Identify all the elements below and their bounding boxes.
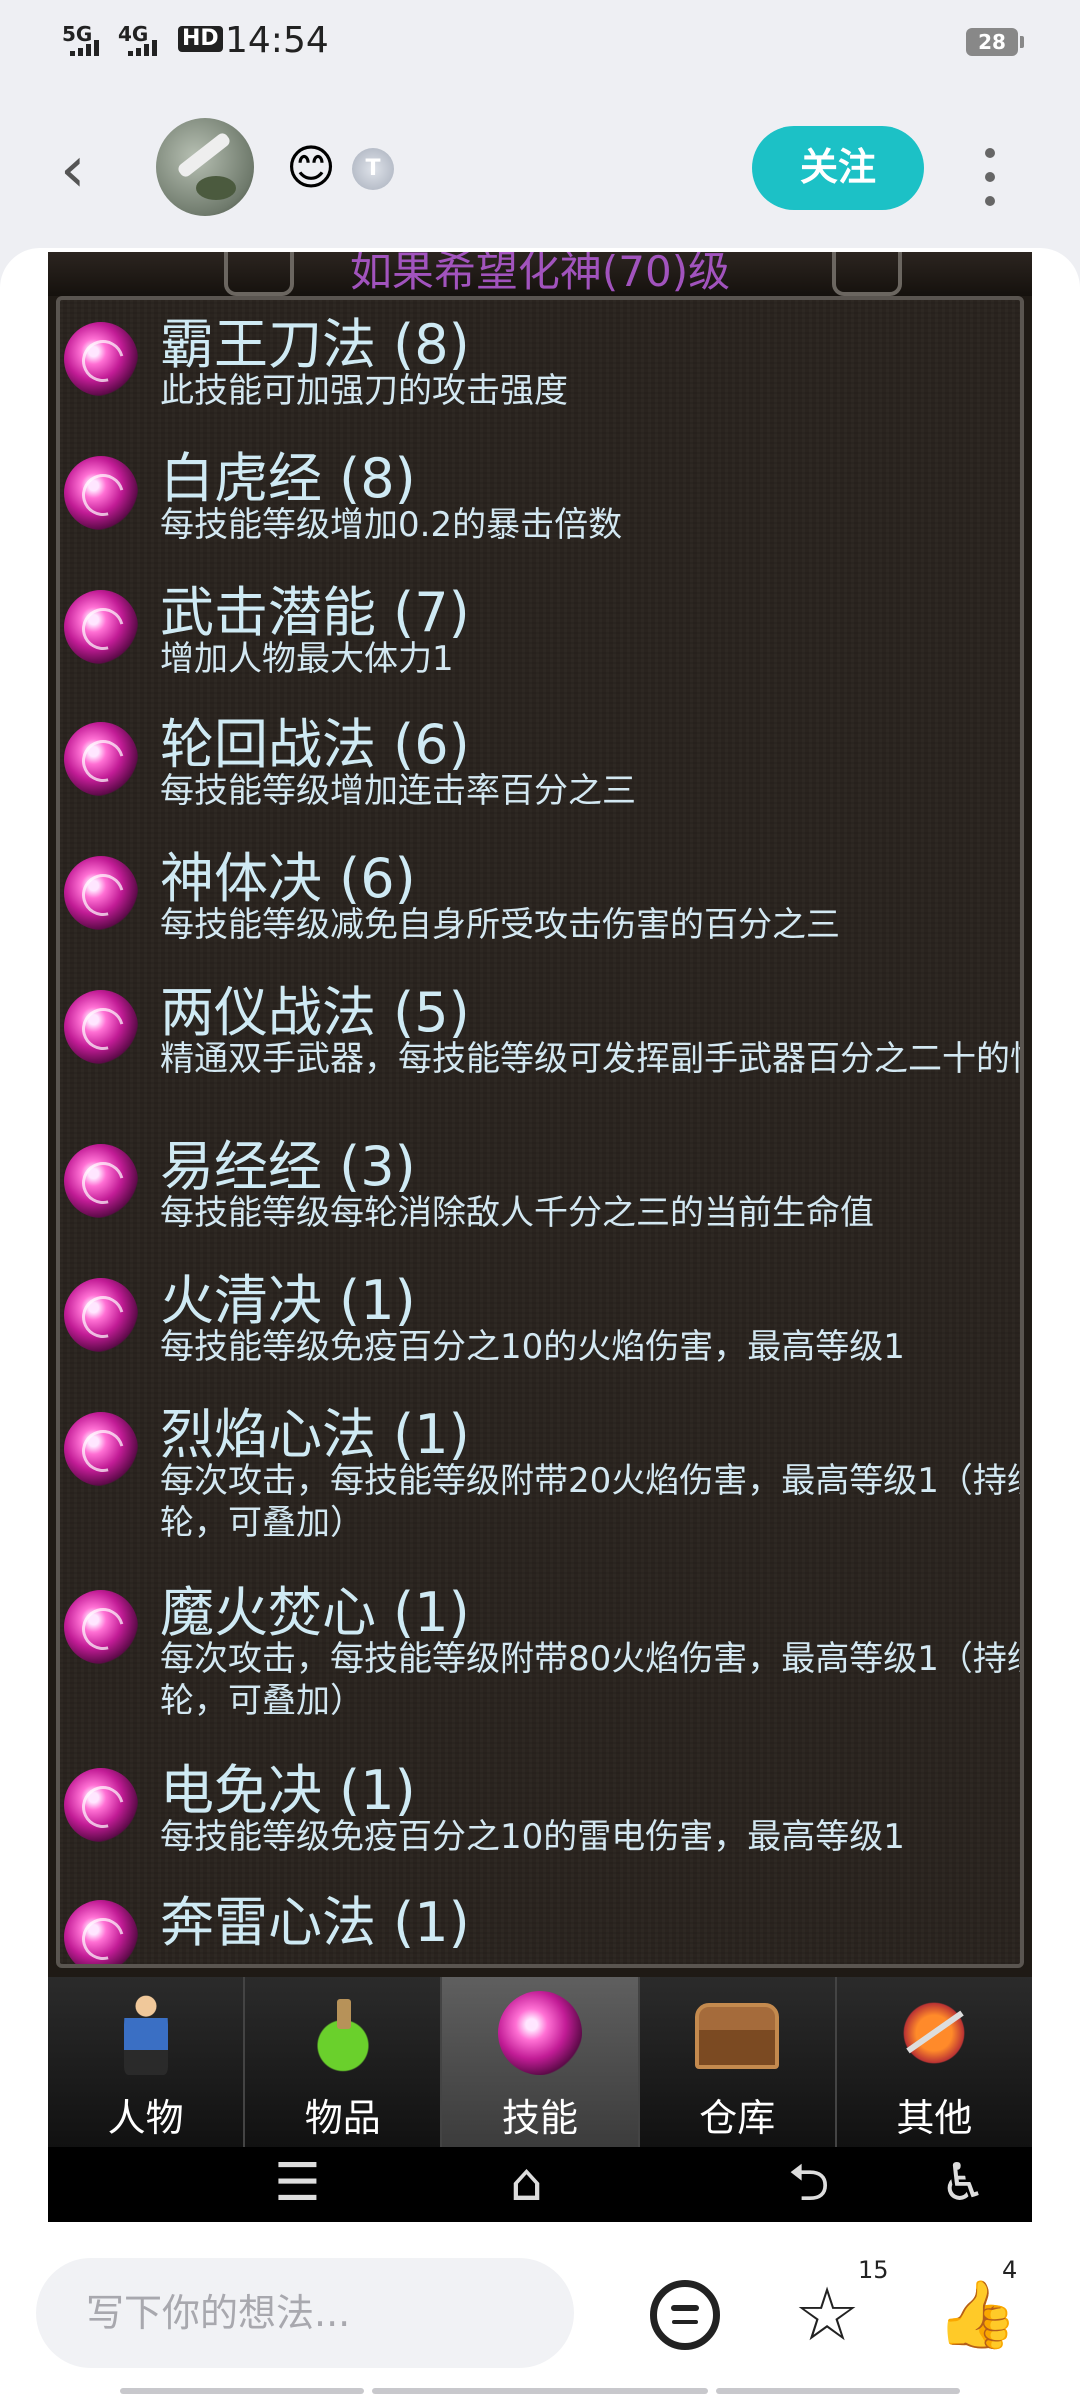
skill-description: 每次攻击，每技能等级附带20火焰伤害，最高等级1（持续3轮，可叠加） (160, 1461, 1024, 1543)
like-count: 4 (1002, 2256, 1018, 2284)
back-arrow-icon[interactable]: ‹ (60, 138, 104, 202)
star-count: 15 (858, 2256, 889, 2284)
other-icon (892, 1991, 977, 2075)
game-tab[interactable]: 仓库 (640, 1977, 837, 2147)
game-top-frame: 如果希望化神(70)级 (48, 252, 1032, 296)
skill-orb-icon (64, 590, 138, 664)
skill-orb-icon (498, 1991, 582, 2075)
status-time: 14:54 (225, 20, 329, 61)
home-indicator (716, 2388, 960, 2394)
skill-orb-icon (64, 1900, 138, 1964)
skill-row[interactable]: 电免决 (1) 每技能等级免疫百分之10的雷电伤害，最高等级1 (60, 1746, 1020, 1878)
skill-description: 每技能等级免疫百分之10的火焰伤害，最高等级1 (160, 1327, 905, 1367)
skill-description: 每技能等级免疫百分之10的雷电伤害，最高等级1 (160, 1817, 905, 1857)
game-tab-label: 技能 (502, 2096, 579, 2140)
skill-row[interactable]: 霸王刀法 (8) 此技能可加强刀的攻击强度 (60, 300, 1020, 434)
skill-description: 精通双手武器，每技能等级可发挥副手武器百分之二十的性能 (160, 1039, 1024, 1079)
chain-decoration (224, 252, 294, 296)
game-tab-bar: 人物 物品 技能 仓库 其他 (48, 1977, 1032, 2147)
battery-icon: 28 (966, 28, 1024, 56)
star-icon[interactable]: ☆ (792, 2278, 862, 2352)
game-tab-label: 物品 (304, 2096, 381, 2140)
smiley-emoji-icon: 😊 (286, 140, 337, 196)
comment-bar: 写下你的想法... ☆ 15 👍 4 (0, 2228, 1080, 2400)
user-level-badge: T (352, 148, 394, 190)
skill-orb-icon (64, 456, 138, 530)
game-system-nav: ☰ ⌂ ⮌ ♿ (48, 2147, 1032, 2222)
menu-icon[interactable]: ☰ (274, 2155, 321, 2211)
skill-name: 烈焰心法 (1) (160, 1403, 470, 1466)
skill-name: 神体决 (6) (160, 847, 416, 910)
skill-row[interactable]: 魔火焚心 (1) 每次攻击，每技能等级附带80火焰伤害，最高等级1（持续3轮，可叠… (60, 1568, 1024, 1746)
skill-name: 魔火焚心 (1) (160, 1581, 470, 1644)
chain-decoration (832, 252, 902, 296)
skill-description: 每次攻击，每技能等级附带80火焰伤害，最高等级1（持续3轮，可叠加） (160, 1639, 1024, 1721)
game-screenshot[interactable]: 如果希望化神(70)级 霸王刀法 (8) 此技能可加强刀的攻击强度 白虎经 (8) 每… (48, 252, 1032, 2222)
game-tab[interactable]: 物品 (245, 1977, 443, 2147)
skill-name: 奔雷心法 (1) (160, 1891, 470, 1954)
game-tab[interactable]: 其他 (837, 1977, 1032, 2147)
skill-orb-icon (64, 1590, 138, 1664)
skill-orb-icon (64, 1144, 138, 1218)
skill-name: 易经经 (3) (160, 1135, 416, 1198)
potion-icon (300, 1991, 385, 2075)
home-indicator (120, 2388, 364, 2394)
skill-orb-icon (64, 856, 138, 930)
skill-row[interactable]: 轮回战法 (6) 每技能等级增加连击率百分之三 (60, 700, 1020, 834)
skill-orb-icon (64, 990, 138, 1064)
skill-row[interactable]: 烈焰心法 (1) 每次攻击，每技能等级附带20火焰伤害，最高等级1（持续3轮，可叠… (60, 1390, 1024, 1568)
skill-orb-icon (64, 722, 138, 796)
skill-row[interactable]: 两仪战法 (5) 精通双手武器，每技能等级可发挥副手武器百分之二十的性能 (60, 968, 1024, 1122)
skill-name: 两仪战法 (5) (160, 981, 470, 1044)
skill-list-panel[interactable]: 霸王刀法 (8) 此技能可加强刀的攻击强度 白虎经 (8) 每技能等级增加0.2的暴击… (56, 296, 1024, 1968)
skill-name: 霸王刀法 (8) (160, 313, 470, 376)
comment-input[interactable]: 写下你的想法... (36, 2258, 574, 2368)
character-icon (123, 1991, 168, 2075)
skill-orb-icon (64, 1278, 138, 1352)
skill-description: 每技能等级减免自身所受攻击伤害的百分之三 (160, 905, 840, 945)
chest-icon (695, 2003, 780, 2069)
game-tab-label: 其他 (896, 2096, 973, 2140)
more-options-icon[interactable] (980, 148, 1000, 206)
accessibility-icon[interactable]: ♿ (940, 2155, 987, 2211)
skill-name: 白虎经 (8) (160, 447, 416, 510)
signal-icon (128, 40, 157, 56)
skill-description: 每技能等级增加0.2的暴击倍数 (160, 505, 623, 545)
skill-name: 武击潜能 (7) (160, 581, 470, 644)
skill-row[interactable]: 奔雷心法 (1) (60, 1878, 1020, 1964)
like-icon[interactable]: 👍 (936, 2280, 1018, 2350)
game-tab[interactable]: 技能 (442, 1977, 640, 2147)
skill-row[interactable]: 武击潜能 (7) 增加人物最大体力1 (60, 568, 1020, 700)
avatar[interactable] (156, 118, 254, 216)
status-bar: 5G 4G HD 14:54 28 (0, 0, 1080, 90)
skill-orb-icon (64, 1412, 138, 1486)
skill-name: 火清决 (1) (160, 1269, 416, 1332)
skill-row[interactable]: 易经经 (3) 每技能等级每轮消除敌人千分之三的当前生命值 (60, 1122, 1020, 1256)
game-tab[interactable]: 人物 (48, 1977, 246, 2147)
skill-description: 每技能等级每轮消除敌人千分之三的当前生命值 (160, 1193, 874, 1233)
skill-name: 轮回战法 (6) (160, 713, 470, 776)
skill-row[interactable]: 火清决 (1) 每技能等级免疫百分之10的火焰伤害，最高等级1 (60, 1256, 1020, 1390)
skill-description: 增加人物最大体力1 (160, 639, 454, 679)
game-tab-label: 人物 (107, 2096, 184, 2140)
skill-description: 此技能可加强刀的攻击强度 (160, 371, 568, 411)
game-tab-label: 仓库 (699, 2096, 776, 2140)
skill-description: 每技能等级增加连击率百分之三 (160, 771, 636, 811)
skill-name: 电免决 (1) (160, 1759, 416, 1822)
hd-voice-icon: HD (178, 26, 223, 52)
comment-icon[interactable] (650, 2280, 720, 2350)
skill-row[interactable]: 白虎经 (8) 每技能等级增加0.2的暴击倍数 (60, 434, 1020, 568)
skill-orb-icon (64, 322, 138, 396)
signal-icon (70, 40, 99, 56)
home-indicator (372, 2388, 708, 2394)
skill-orb-icon (64, 1768, 138, 1842)
home-icon[interactable]: ⌂ (510, 2155, 543, 2211)
follow-button[interactable]: 关注 (752, 126, 924, 210)
skill-row[interactable]: 神体决 (6) 每技能等级减免自身所受攻击伤害的百分之三 (60, 834, 1020, 968)
back-icon[interactable]: ⮌ (788, 2155, 830, 2211)
